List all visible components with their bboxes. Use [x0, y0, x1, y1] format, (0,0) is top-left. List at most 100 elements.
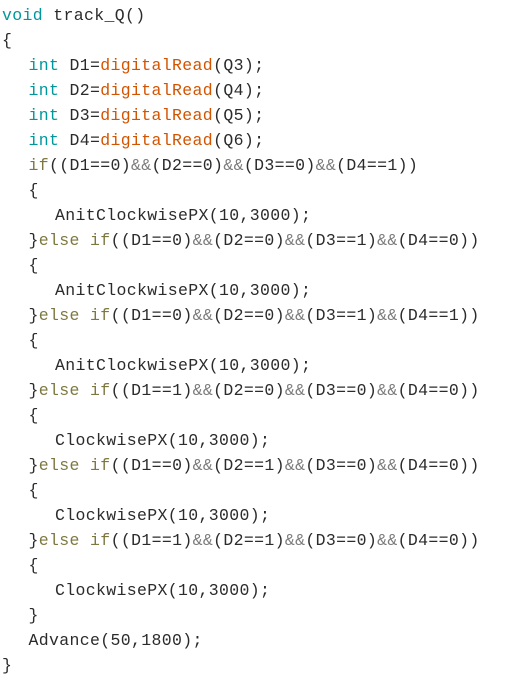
code-token-control: else: [38, 531, 80, 550]
code-token-plain: }: [28, 531, 39, 550]
code-token-plain: (Q6);: [213, 131, 265, 150]
code-token-plain: (D4==1)): [397, 306, 480, 325]
code-line[interactable]: {: [0, 253, 528, 278]
code-line[interactable]: int D3=digitalRead(Q5);: [0, 103, 528, 128]
code-line[interactable]: int D4=digitalRead(Q6);: [0, 128, 528, 153]
code-line[interactable]: {: [0, 178, 528, 203]
code-token-operator: &&: [223, 156, 244, 175]
code-token-plain: (D3==1): [305, 231, 378, 250]
code-token-plain: ((D1==1): [110, 381, 193, 400]
code-token-plain: {: [28, 556, 39, 575]
code-token-control: if: [28, 156, 50, 175]
code-line[interactable]: }else if((D1==1)&&(D2==1)&&(D3==0)&&(D4=…: [0, 528, 528, 553]
code-token-function: digitalRead: [100, 81, 214, 100]
code-token-function: digitalRead: [100, 56, 214, 75]
code-token-plain: ((D1==0): [49, 156, 132, 175]
code-token-plain: {: [28, 181, 39, 200]
code-token-keyword: int: [28, 56, 60, 75]
code-token-plain: }: [28, 381, 39, 400]
code-token-operator: &&: [192, 531, 214, 550]
code-token-plain: (D2==0): [151, 156, 224, 175]
code-line[interactable]: }else if((D1==0)&&(D2==1)&&(D3==0)&&(D4=…: [0, 453, 528, 478]
code-line[interactable]: }else if((D1==1)&&(D2==0)&&(D3==0)&&(D4=…: [0, 378, 528, 403]
code-token-plain: ClockwisePX(10,3000);: [55, 581, 271, 600]
code-token-plain: ClockwisePX(10,3000);: [55, 431, 271, 450]
code-token-function: digitalRead: [100, 131, 214, 150]
code-token-operator: &&: [284, 531, 306, 550]
code-token-plain: (D3==0): [243, 156, 316, 175]
code-token-plain: ((D1==0): [110, 456, 193, 475]
code-token-plain: ((D1==0): [110, 306, 193, 325]
code-line[interactable]: }: [0, 603, 528, 628]
code-token-plain: }: [2, 656, 13, 675]
code-token-keyword: void: [2, 6, 44, 25]
code-token-plain: ((D1==0): [110, 231, 193, 250]
code-line[interactable]: Advance(50,1800);: [0, 628, 528, 653]
code-token-plain: D2=: [59, 81, 101, 100]
code-token-control: if: [90, 381, 111, 400]
code-line[interactable]: {: [0, 403, 528, 428]
code-line[interactable]: }else if((D1==0)&&(D2==0)&&(D3==1)&&(D4=…: [0, 228, 528, 253]
code-token-control: if: [90, 456, 111, 475]
code-token-operator: &&: [315, 156, 337, 175]
code-token-keyword: int: [28, 81, 60, 100]
code-line[interactable]: int D2=digitalRead(Q4);: [0, 78, 528, 103]
code-token-keyword: int: [28, 106, 60, 125]
code-token-plain: (D3==0): [305, 456, 378, 475]
code-token-plain: }: [28, 606, 39, 625]
code-token-plain: {: [28, 256, 39, 275]
code-token-plain: (D2==0): [213, 231, 285, 250]
code-token-control: else: [38, 381, 80, 400]
code-token-plain: (D3==0): [305, 531, 378, 550]
code-token-operator: &&: [284, 231, 306, 250]
code-token-control: if: [90, 306, 111, 325]
code-token-operator: &&: [284, 381, 306, 400]
code-token-control: else: [38, 306, 80, 325]
code-line[interactable]: {: [0, 478, 528, 503]
code-token-plain: (Q4);: [213, 81, 265, 100]
code-token-keyword: int: [28, 131, 60, 150]
code-line[interactable]: }: [0, 653, 528, 678]
code-token-plain: AnitClockwisePX(10,3000);: [55, 206, 312, 225]
code-token-operator: &&: [377, 306, 398, 325]
code-token-plain: ClockwisePX(10,3000);: [55, 506, 271, 525]
code-line[interactable]: ClockwisePX(10,3000);: [0, 503, 528, 528]
code-block[interactable]: void track_Q(){int D1=digitalRead(Q3); in…: [0, 0, 528, 682]
code-token-operator: &&: [131, 156, 152, 175]
code-token-plain: (D4==0)): [397, 531, 480, 550]
code-token-plain: (D4==0)): [397, 456, 480, 475]
code-token-plain: (D3==1): [305, 306, 378, 325]
code-token-control: else: [38, 456, 80, 475]
code-token-plain: (D4==1)): [336, 156, 419, 175]
code-line[interactable]: {: [0, 28, 528, 53]
code-line[interactable]: AnitClockwisePX(10,3000);: [0, 278, 528, 303]
code-line[interactable]: AnitClockwisePX(10,3000);: [0, 203, 528, 228]
code-token-plain: }: [28, 456, 39, 475]
code-token-plain: D1=: [59, 56, 101, 75]
code-token-operator: &&: [284, 306, 306, 325]
code-token-operator: &&: [377, 381, 398, 400]
code-line[interactable]: ClockwisePX(10,3000);: [0, 578, 528, 603]
code-line[interactable]: int D1=digitalRead(Q3);: [0, 53, 528, 78]
code-token-operator: &&: [192, 456, 214, 475]
code-line[interactable]: {: [0, 328, 528, 353]
code-line[interactable]: {: [0, 553, 528, 578]
code-token-plain: D3=: [59, 106, 101, 125]
code-token-function: digitalRead: [100, 106, 214, 125]
code-token-plain: {: [2, 31, 13, 50]
code-token-operator: &&: [377, 231, 398, 250]
code-token-plain: track_Q(): [43, 6, 146, 25]
code-line[interactable]: if((D1==0)&&(D2==0)&&(D3==0)&&(D4==1)): [0, 153, 528, 178]
code-token-plain: {: [28, 481, 39, 500]
code-token-plain: {: [28, 406, 39, 425]
code-token-operator: &&: [377, 456, 398, 475]
code-line[interactable]: }else if((D1==0)&&(D2==0)&&(D3==1)&&(D4=…: [0, 303, 528, 328]
code-token-plain: ((D1==1): [110, 531, 193, 550]
code-token-operator: &&: [192, 306, 214, 325]
code-line[interactable]: void track_Q(): [0, 3, 528, 28]
code-line[interactable]: AnitClockwisePX(10,3000);: [0, 353, 528, 378]
code-line[interactable]: ClockwisePX(10,3000);: [0, 428, 528, 453]
code-token-plain: (D2==1): [213, 456, 285, 475]
